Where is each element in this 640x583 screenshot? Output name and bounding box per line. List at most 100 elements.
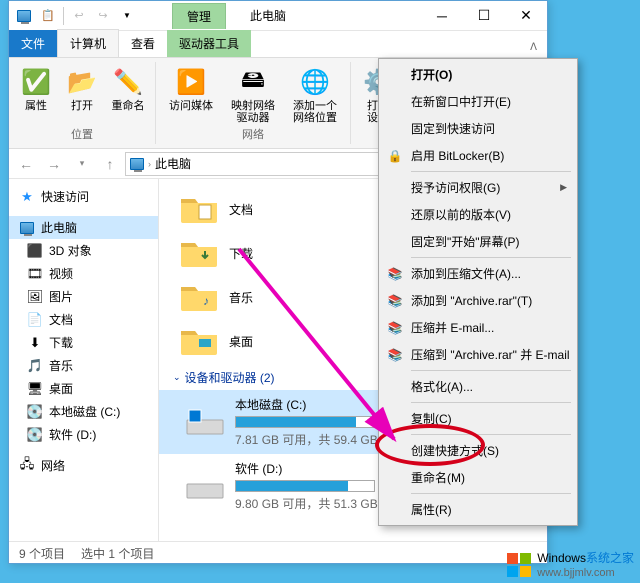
sidebar-network[interactable]: 🖧网络 xyxy=(9,454,158,477)
tab-file[interactable]: 文件 xyxy=(9,30,57,57)
menu-copy[interactable]: 复制(C) xyxy=(381,405,575,432)
open-icon: 📂 xyxy=(66,66,98,98)
drive-icon xyxy=(185,406,225,438)
statusbar: 9 个项目 选中 1 个项目 xyxy=(9,541,547,565)
desktop-icon: 🖥 xyxy=(27,381,43,397)
ribbon-collapse-icon[interactable]: ᐱ xyxy=(520,38,547,57)
menu-open[interactable]: 打开(O) xyxy=(381,61,575,88)
drive-usage-bar xyxy=(235,480,375,492)
sidebar: ★快速访问 此电脑 ⬛3D 对象 🎞视频 🖼图片 📄文档 ⬇下载 🎵音乐 🖥桌面… xyxy=(9,179,159,541)
winrar-icon: 📚 xyxy=(387,266,403,282)
watermark-brand-cn: 系统之家 xyxy=(586,551,634,565)
ribbon-access-media[interactable]: ▶️访问媒体 xyxy=(162,62,220,112)
folder-label: 下载 xyxy=(229,245,253,262)
ribbon-map-drive[interactable]: 🖴映射网络 驱动器 xyxy=(224,62,282,124)
folder-icon xyxy=(179,193,219,225)
folder-icon xyxy=(179,237,219,269)
media-icon: ▶️ xyxy=(175,66,207,98)
watermark: Windows系统之家 www.bjjmlv.com xyxy=(505,550,634,579)
menu-properties[interactable]: 属性(R) xyxy=(381,496,575,523)
rename-icon: ✏️ xyxy=(112,66,144,98)
ribbon-properties[interactable]: ✅属性 xyxy=(15,62,57,112)
sidebar-desktop[interactable]: 🖥桌面 xyxy=(9,377,158,400)
folder-icon xyxy=(179,325,219,357)
menu-format[interactable]: 格式化(A)... xyxy=(381,373,575,400)
menu-separator xyxy=(411,434,571,435)
menu-pin-start[interactable]: 固定到"开始"屏幕(P) xyxy=(381,228,575,255)
sidebar-downloads[interactable]: ⬇下载 xyxy=(9,331,158,354)
chevron-right-icon: › xyxy=(148,159,151,169)
watermark-url: www.bjjmlv.com xyxy=(537,567,634,579)
menu-separator xyxy=(411,493,571,494)
winrar-icon: 📚 xyxy=(387,347,403,363)
menu-bitlocker[interactable]: 🔒启用 BitLocker(B) xyxy=(381,142,575,169)
network-icon: 🖧 xyxy=(19,458,35,474)
drive-free-text: 7.81 GB 可用，共 59.4 GB xyxy=(235,431,378,448)
app-icon xyxy=(13,5,35,27)
menu-separator xyxy=(411,402,571,403)
title-context-tab: 管理 xyxy=(172,3,226,29)
qat-redo-icon[interactable]: ↪ xyxy=(92,5,114,27)
qat-dropdown-icon[interactable]: ▼ xyxy=(116,5,138,27)
folder-label: 音乐 xyxy=(229,289,253,306)
sidebar-music[interactable]: 🎵音乐 xyxy=(9,354,158,377)
ribbon-add-location[interactable]: 🌐添加一个 网络位置 xyxy=(286,62,344,124)
ribbon-tabs: 文件 计算机 查看 驱动器工具 ᐱ xyxy=(9,31,547,57)
nav-back-button[interactable]: ← xyxy=(13,152,39,176)
cube-icon: ⬛ xyxy=(27,243,43,259)
bitlocker-icon: 🔒 xyxy=(387,148,403,164)
menu-restore-previous[interactable]: 还原以前的版本(V) xyxy=(381,201,575,228)
ribbon-group-network-label: 网络 xyxy=(242,124,264,144)
qat-undo-icon[interactable]: ↩ xyxy=(68,5,90,27)
sidebar-local-disk-c[interactable]: 💽本地磁盘 (C:) xyxy=(9,400,158,423)
pc-icon xyxy=(19,220,35,236)
sidebar-this-pc[interactable]: 此电脑 xyxy=(9,216,158,239)
sidebar-quick-access[interactable]: ★快速访问 xyxy=(9,185,158,208)
nav-up-button[interactable]: ↑ xyxy=(97,152,123,176)
nav-recent-button[interactable]: ▾ xyxy=(69,152,95,176)
menu-rename[interactable]: 重命名(M) xyxy=(381,464,575,491)
menu-separator xyxy=(411,370,571,371)
context-menu: 打开(O) 在新窗口中打开(E) 固定到快速访问 🔒启用 BitLocker(B… xyxy=(378,58,578,526)
menu-add-archive[interactable]: 📚添加到压缩文件(A)... xyxy=(381,260,575,287)
sidebar-videos[interactable]: 🎞视频 xyxy=(9,262,158,285)
window-title: 此电脑 xyxy=(250,7,286,24)
ribbon-group-location-label: 位置 xyxy=(71,124,93,144)
music-icon: 🎵 xyxy=(27,358,43,374)
winrar-icon: 📚 xyxy=(387,293,403,309)
folder-label: 文档 xyxy=(229,201,253,218)
svg-text:♪: ♪ xyxy=(203,294,209,308)
tab-computer[interactable]: 计算机 xyxy=(57,29,119,57)
menu-create-shortcut[interactable]: 创建快捷方式(S) xyxy=(381,437,575,464)
sidebar-pictures[interactable]: 🖼图片 xyxy=(9,285,158,308)
picture-icon: 🖼 xyxy=(27,289,43,305)
tab-view[interactable]: 查看 xyxy=(119,30,167,57)
ribbon-open[interactable]: 📂打开 xyxy=(61,62,103,112)
sidebar-documents[interactable]: 📄文档 xyxy=(9,308,158,331)
menu-compress-email[interactable]: 📚压缩并 E-mail... xyxy=(381,314,575,341)
sidebar-3d-objects[interactable]: ⬛3D 对象 xyxy=(9,239,158,262)
map-drive-icon: 🖴 xyxy=(237,66,269,98)
ribbon-rename[interactable]: ✏️重命名 xyxy=(107,62,149,112)
close-button[interactable]: ✕ xyxy=(505,2,547,30)
menu-grant-access[interactable]: 授予访问权限(G)▶ xyxy=(381,174,575,201)
titlebar: 📋 ↩ ↪ ▼ 管理 此电脑 ─ ☐ ✕ xyxy=(9,1,547,31)
status-selected-count: 选中 1 个项目 xyxy=(81,545,154,562)
nav-forward-button[interactable]: → xyxy=(41,152,67,176)
menu-pin-quick-access[interactable]: 固定到快速访问 xyxy=(381,115,575,142)
folder-icon: ♪ xyxy=(179,281,219,313)
menu-open-new-window[interactable]: 在新窗口中打开(E) xyxy=(381,88,575,115)
add-location-icon: 🌐 xyxy=(299,66,331,98)
menu-compress-rar-email[interactable]: 📚压缩到 "Archive.rar" 并 E-mail xyxy=(381,341,575,368)
maximize-button[interactable]: ☐ xyxy=(463,2,505,30)
sidebar-software-d[interactable]: 💽软件 (D:) xyxy=(9,423,158,446)
drive-usage-bar xyxy=(235,416,375,428)
menu-add-archive-rar[interactable]: 📚添加到 "Archive.rar"(T) xyxy=(381,287,575,314)
download-icon: ⬇ xyxy=(27,335,43,351)
address-text: 此电脑 xyxy=(155,155,191,172)
folder-label: 桌面 xyxy=(229,333,253,350)
tab-drive-tools[interactable]: 驱动器工具 xyxy=(167,30,251,57)
minimize-button[interactable]: ─ xyxy=(421,2,463,30)
qat-properties-icon[interactable]: 📋 xyxy=(37,5,59,27)
disk-icon: 💽 xyxy=(27,404,43,420)
